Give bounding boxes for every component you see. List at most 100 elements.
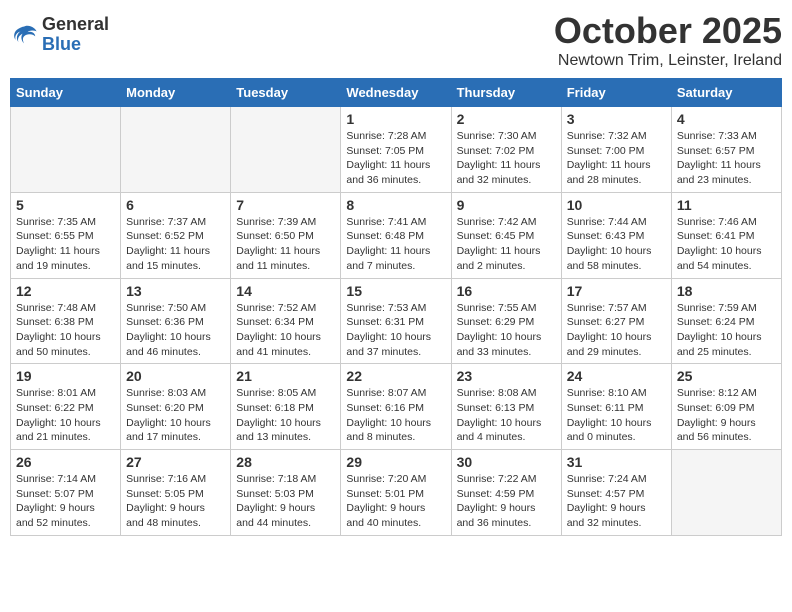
calendar-week-row: 26 Sunrise: 7:14 AMSunset: 5:07 PMDayligh… (11, 450, 782, 536)
day-number: 6 (126, 197, 225, 213)
day-info: Sunrise: 7:44 AMSunset: 6:43 PMDaylight:… (567, 215, 666, 274)
bird-icon (10, 21, 38, 49)
day-number: 22 (346, 368, 445, 384)
day-info: Sunrise: 8:05 AMSunset: 6:18 PMDaylight:… (236, 386, 335, 445)
day-info: Sunrise: 8:12 AMSunset: 6:09 PMDaylight:… (677, 386, 776, 445)
calendar-cell: 31Sunrise: 7:24 AMSunset: 4:57 PMDayligh… (561, 450, 671, 536)
day-number: 20 (126, 368, 225, 384)
day-info: Sunrise: 7:37 AMSunset: 6:52 PMDaylight:… (126, 215, 225, 274)
calendar-cell: 4 Sunrise: 7:33 AMSunset: 6:57 PMDaylight… (671, 107, 781, 193)
logo-text: General Blue (42, 15, 109, 55)
calendar-cell: 27Sunrise: 7:16 AMSunset: 5:05 PMDayligh… (121, 450, 231, 536)
day-info: Sunrise: 7:57 AMSunset: 6:27 PMDaylight:… (567, 301, 666, 360)
calendar-cell: 3Sunrise: 7:32 AMSunset: 7:00 PMDaylight… (561, 107, 671, 193)
calendar-cell: 17 Sunrise: 7:57 AMSunset: 6:27 PMDayligh… (561, 278, 671, 364)
calendar-cell: 14 Sunrise: 7:52 AMSunset: 6:34 PMDayligh… (231, 278, 341, 364)
logo: General Blue (10, 15, 109, 55)
calendar-cell: 26 Sunrise: 7:14 AMSunset: 5:07 PMDayligh… (11, 450, 121, 536)
day-info: Sunrise: 7:35 AMSunset: 6:55 PMDaylight:… (16, 215, 115, 274)
calendar-cell: 20 Sunrise: 8:03 AMSunset: 6:20 PMDayligh… (121, 364, 231, 450)
day-number: 8 (346, 197, 445, 213)
calendar-cell: 29Sunrise: 7:20 AMSunset: 5:01 PMDayligh… (341, 450, 451, 536)
calendar-cell: 7 Sunrise: 7:39 AMSunset: 6:50 PMDaylight… (231, 192, 341, 278)
day-info: Sunrise: 7:59 AMSunset: 6:24 PMDaylight:… (677, 301, 776, 360)
calendar-week-row: 19Sunrise: 8:01 AMSunset: 6:22 PMDayligh… (11, 364, 782, 450)
day-number: 3 (567, 111, 666, 127)
calendar-cell: 8 Sunrise: 7:41 AMSunset: 6:48 PMDaylight… (341, 192, 451, 278)
page-header: General Blue October 2025 Newtown Trim, … (10, 10, 782, 70)
calendar-cell: 6 Sunrise: 7:37 AMSunset: 6:52 PMDaylight… (121, 192, 231, 278)
calendar-table: SundayMondayTuesdayWednesdayThursdayFrid… (10, 78, 782, 536)
calendar-day-header: Tuesday (231, 79, 341, 107)
day-number: 31 (567, 454, 666, 470)
calendar-header-row: SundayMondayTuesdayWednesdayThursdayFrid… (11, 79, 782, 107)
day-number: 18 (677, 283, 776, 299)
day-info: Sunrise: 8:01 AMSunset: 6:22 PMDaylight:… (16, 386, 115, 445)
day-number: 25 (677, 368, 776, 384)
calendar-day-header: Friday (561, 79, 671, 107)
day-number: 14 (236, 283, 335, 299)
calendar-cell: 10 Sunrise: 7:44 AMSunset: 6:43 PMDayligh… (561, 192, 671, 278)
day-number: 29 (346, 454, 445, 470)
day-number: 4 (677, 111, 776, 127)
day-info: Sunrise: 7:46 AMSunset: 6:41 PMDaylight:… (677, 215, 776, 274)
calendar-cell: 24 Sunrise: 8:10 AMSunset: 6:11 PMDayligh… (561, 364, 671, 450)
day-number: 13 (126, 283, 225, 299)
calendar-cell (11, 107, 121, 193)
calendar-cell: 18 Sunrise: 7:59 AMSunset: 6:24 PMDayligh… (671, 278, 781, 364)
day-info: Sunrise: 7:33 AMSunset: 6:57 PMDaylight:… (677, 129, 776, 188)
calendar-cell (121, 107, 231, 193)
day-number: 24 (567, 368, 666, 384)
day-number: 11 (677, 197, 776, 213)
calendar-cell: 13 Sunrise: 7:50 AMSunset: 6:36 PMDayligh… (121, 278, 231, 364)
calendar-cell: 11 Sunrise: 7:46 AMSunset: 6:41 PMDayligh… (671, 192, 781, 278)
day-number: 26 (16, 454, 115, 470)
calendar-cell: 25 Sunrise: 8:12 AMSunset: 6:09 PMDayligh… (671, 364, 781, 450)
day-number: 2 (457, 111, 556, 127)
calendar-cell: 30 Sunrise: 7:22 AMSunset: 4:59 PMDayligh… (451, 450, 561, 536)
calendar-cell: 19Sunrise: 8:01 AMSunset: 6:22 PMDayligh… (11, 364, 121, 450)
calendar-cell: 23 Sunrise: 8:08 AMSunset: 6:13 PMDayligh… (451, 364, 561, 450)
calendar-cell: 15Sunrise: 7:53 AMSunset: 6:31 PMDayligh… (341, 278, 451, 364)
day-number: 17 (567, 283, 666, 299)
logo-general-text: General (42, 15, 109, 35)
day-number: 7 (236, 197, 335, 213)
day-info: Sunrise: 8:08 AMSunset: 6:13 PMDaylight:… (457, 386, 556, 445)
day-number: 28 (236, 454, 335, 470)
day-number: 15 (346, 283, 445, 299)
day-info: Sunrise: 7:42 AMSunset: 6:45 PMDaylight:… (457, 215, 556, 274)
calendar-day-header: Saturday (671, 79, 781, 107)
day-number: 30 (457, 454, 556, 470)
day-number: 5 (16, 197, 115, 213)
day-info: Sunrise: 7:28 AMSunset: 7:05 PMDaylight:… (346, 129, 445, 188)
calendar-cell: 16Sunrise: 7:55 AMSunset: 6:29 PMDayligh… (451, 278, 561, 364)
calendar-cell: 1 Sunrise: 7:28 AMSunset: 7:05 PMDaylight… (341, 107, 451, 193)
calendar-day-header: Wednesday (341, 79, 451, 107)
day-number: 10 (567, 197, 666, 213)
logo-blue-text: Blue (42, 35, 109, 55)
calendar-cell: 12Sunrise: 7:48 AMSunset: 6:38 PMDayligh… (11, 278, 121, 364)
title-section: October 2025 Newtown Trim, Leinster, Ire… (554, 10, 782, 70)
calendar-day-header: Monday (121, 79, 231, 107)
calendar-week-row: 1 Sunrise: 7:28 AMSunset: 7:05 PMDaylight… (11, 107, 782, 193)
day-info: Sunrise: 7:55 AMSunset: 6:29 PMDaylight:… (457, 301, 556, 360)
calendar-day-header: Sunday (11, 79, 121, 107)
calendar-cell: 9 Sunrise: 7:42 AMSunset: 6:45 PMDaylight… (451, 192, 561, 278)
day-info: Sunrise: 7:14 AMSunset: 5:07 PMDaylight:… (16, 472, 115, 531)
day-info: Sunrise: 7:39 AMSunset: 6:50 PMDaylight:… (236, 215, 335, 274)
day-info: Sunrise: 8:03 AMSunset: 6:20 PMDaylight:… (126, 386, 225, 445)
day-info: Sunrise: 7:16 AMSunset: 5:05 PMDaylight:… (126, 472, 225, 531)
day-info: Sunrise: 7:22 AMSunset: 4:59 PMDaylight:… (457, 472, 556, 531)
calendar-cell: 22 Sunrise: 8:07 AMSunset: 6:16 PMDayligh… (341, 364, 451, 450)
day-info: Sunrise: 8:07 AMSunset: 6:16 PMDaylight:… (346, 386, 445, 445)
day-info: Sunrise: 8:10 AMSunset: 6:11 PMDaylight:… (567, 386, 666, 445)
day-info: Sunrise: 7:41 AMSunset: 6:48 PMDaylight:… (346, 215, 445, 274)
day-number: 9 (457, 197, 556, 213)
day-info: Sunrise: 7:50 AMSunset: 6:36 PMDaylight:… (126, 301, 225, 360)
day-info: Sunrise: 7:48 AMSunset: 6:38 PMDaylight:… (16, 301, 115, 360)
calendar-week-row: 12Sunrise: 7:48 AMSunset: 6:38 PMDayligh… (11, 278, 782, 364)
day-number: 23 (457, 368, 556, 384)
calendar-week-row: 5 Sunrise: 7:35 AMSunset: 6:55 PMDaylight… (11, 192, 782, 278)
day-number: 1 (346, 111, 445, 127)
day-info: Sunrise: 7:52 AMSunset: 6:34 PMDaylight:… (236, 301, 335, 360)
